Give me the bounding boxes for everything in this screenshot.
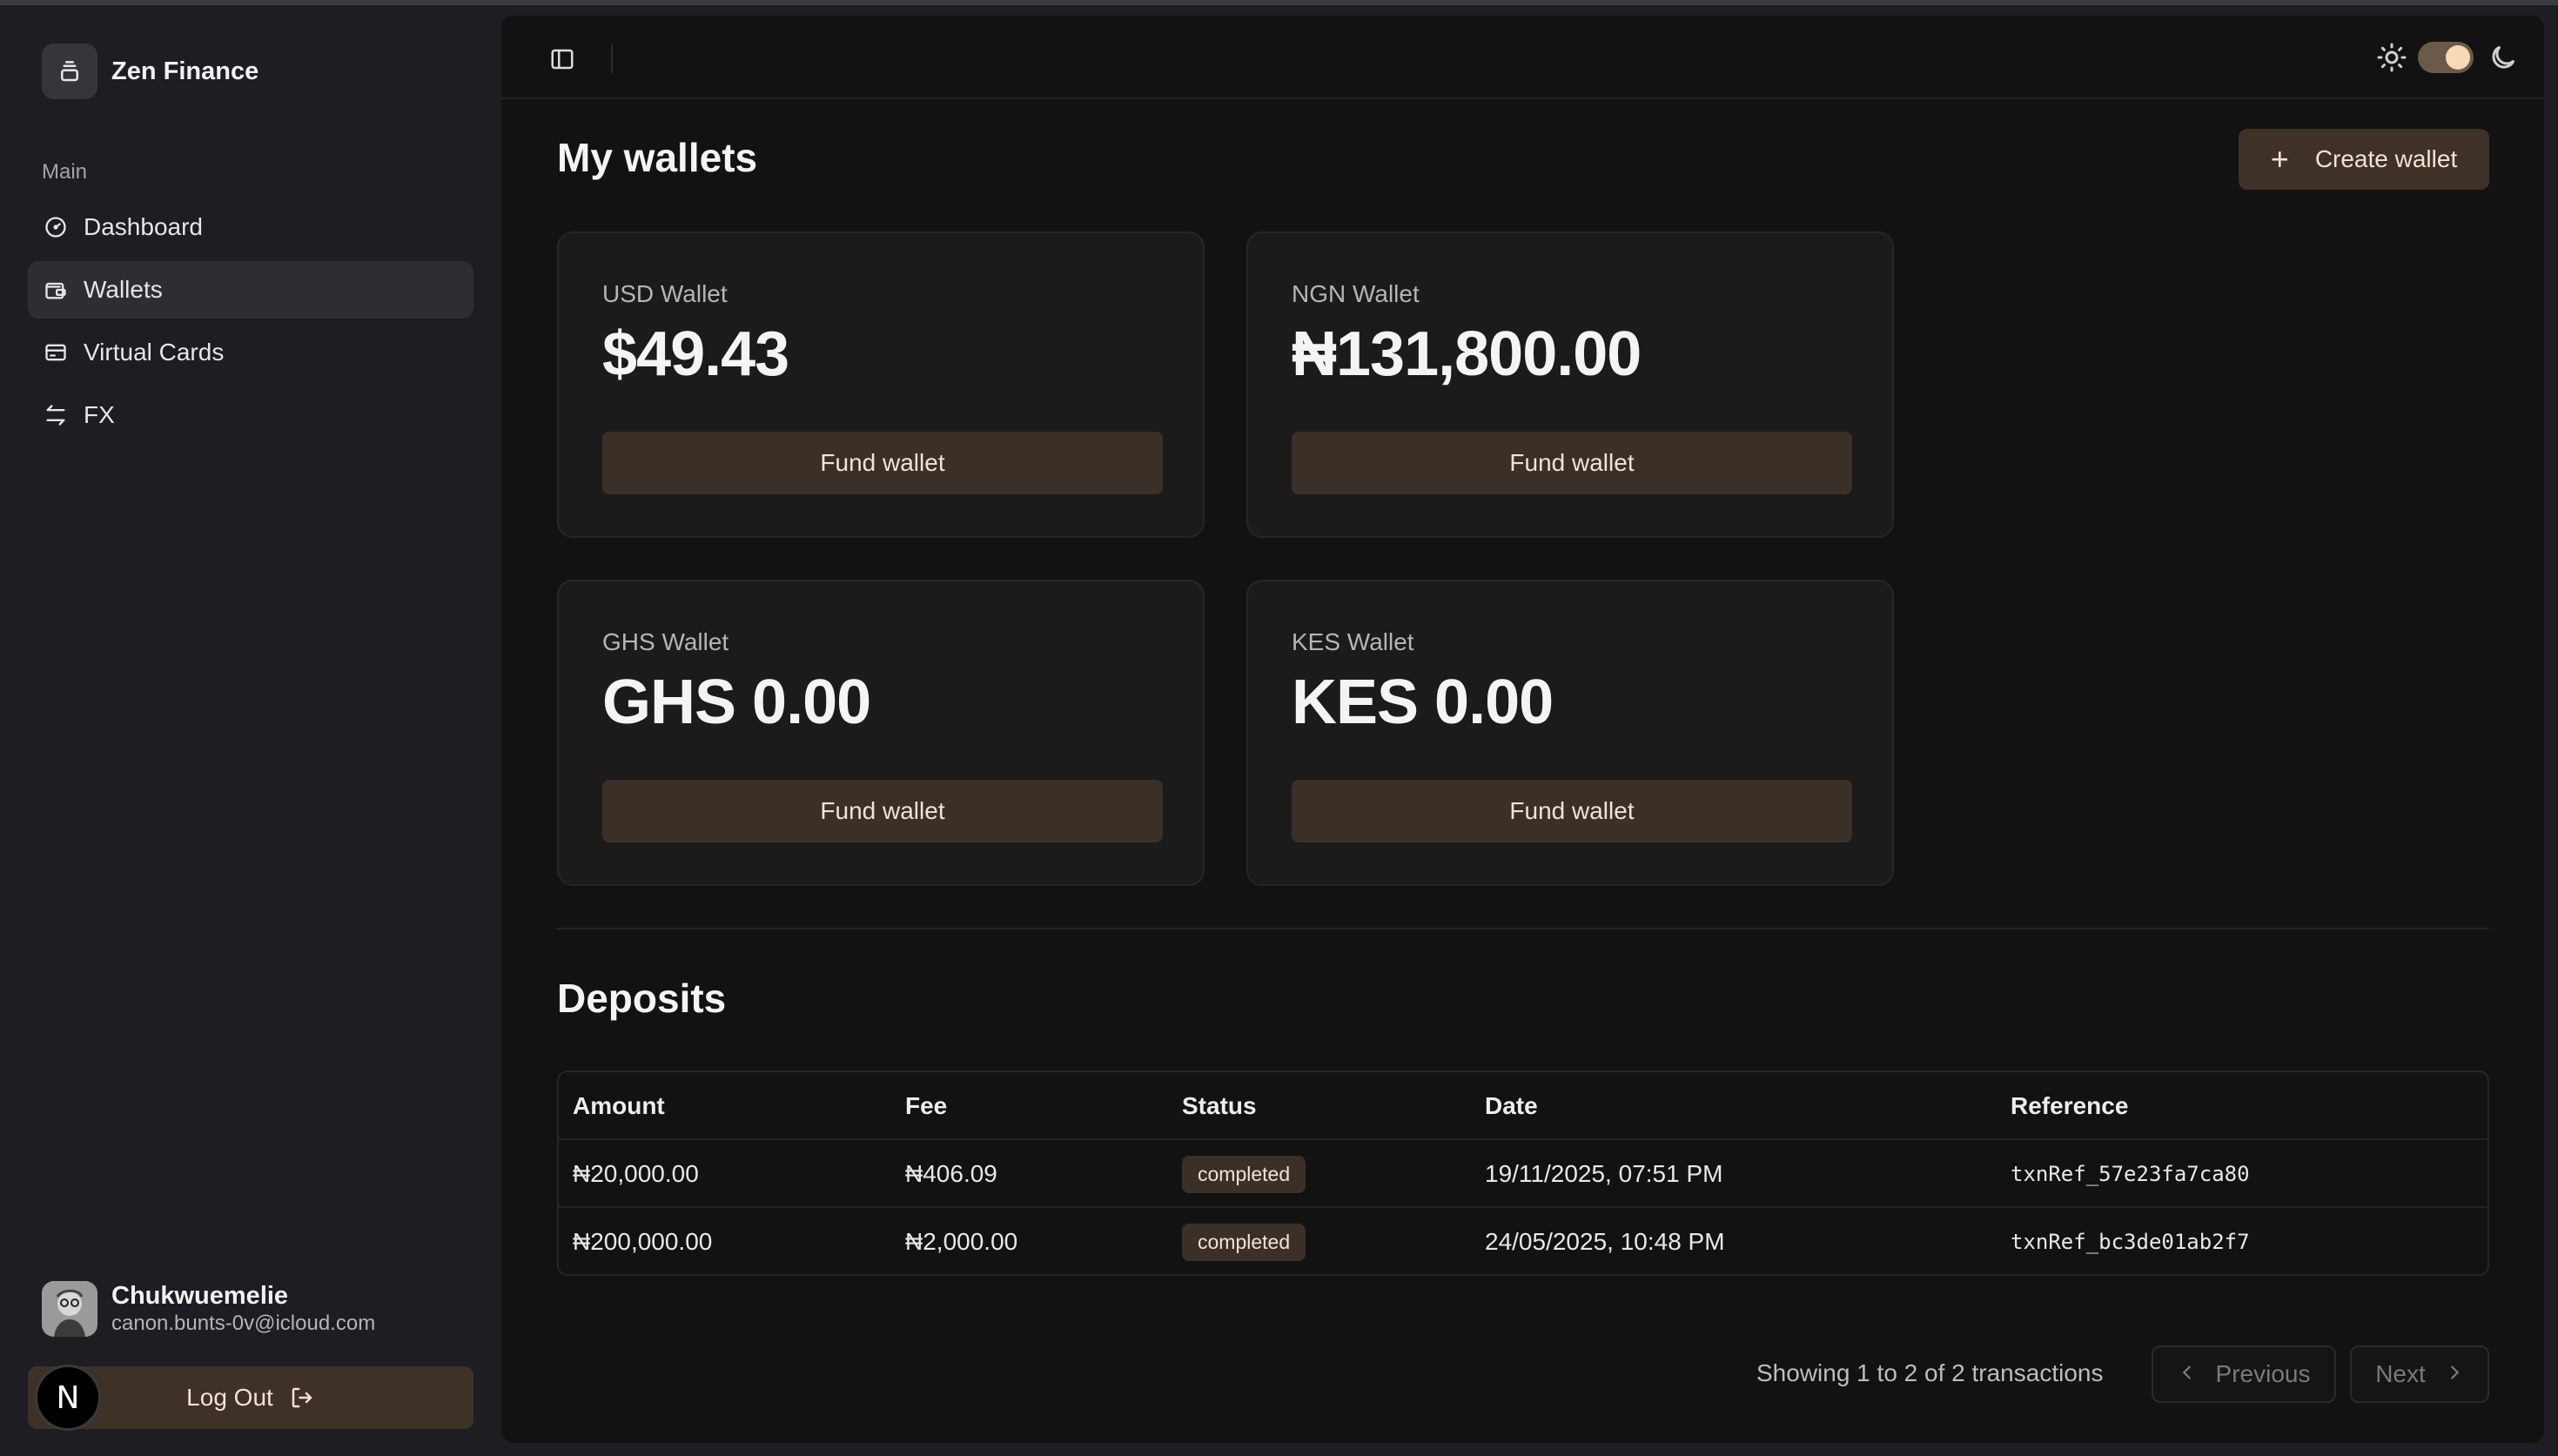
table-row[interactable]: ₦200,000.00 ₦2,000.00 completed 24/05/20… <box>559 1208 2488 1274</box>
moon-icon[interactable] <box>2488 42 2519 77</box>
wallet-balance: GHS 0.00 <box>602 668 871 737</box>
sidebar-nav: Dashboard Wallets Virtual Cards FX <box>28 198 473 449</box>
topbar-divider <box>611 44 613 73</box>
wallet-card-kes: KES Wallet KES 0.00 Fund wallet <box>1246 580 1894 886</box>
user-email: canon.bunts-0v@icloud.com <box>111 1312 376 1335</box>
amount-cell: ₦20,000.00 <box>573 1160 699 1187</box>
wallet-card-ngn: NGN Wallet ₦131,800.00 Fund wallet <box>1246 231 1894 538</box>
avatar <box>42 1281 97 1337</box>
sidebar-item-label: Wallets <box>84 276 163 303</box>
fund-wallet-button[interactable]: Fund wallet <box>1292 432 1852 494</box>
top-bar <box>501 16 2544 99</box>
theme-toggle[interactable] <box>2418 42 2474 73</box>
deposits-table: Amount Fee Status Date Reference ₦20,000… <box>557 1070 2489 1276</box>
status-badge: completed <box>1182 1155 1306 1193</box>
wallet-name: KES Wallet <box>1292 628 1414 655</box>
sidebar-toggle-icon[interactable] <box>545 42 580 77</box>
exchange-icon <box>42 401 70 429</box>
previous-label: Previous <box>2215 1360 2311 1387</box>
fee-cell: ₦2,000.00 <box>905 1228 1018 1255</box>
app-name: Zen Finance <box>111 57 259 85</box>
wallet-balance: $49.43 <box>602 319 789 389</box>
logout-label: Log Out <box>186 1384 273 1411</box>
wallet-card-usd: USD Wallet $49.43 Fund wallet <box>557 231 1205 538</box>
fund-wallet-button[interactable]: Fund wallet <box>602 780 1163 842</box>
column-header-fee: Fee <box>905 1092 948 1119</box>
section-divider <box>557 928 2489 929</box>
status-cell: completed <box>1182 1208 1306 1274</box>
credit-card-icon <box>42 339 70 366</box>
wallet-name: NGN Wallet <box>1292 280 1420 307</box>
column-header-reference: Reference <box>2011 1092 2129 1119</box>
status-badge: completed <box>1182 1223 1306 1261</box>
nav-section-label: Main <box>42 160 88 184</box>
user-profile[interactable]: Chukwuemelie canon.bunts-0v@icloud.com <box>42 1281 375 1337</box>
brand[interactable]: Zen Finance <box>42 44 258 99</box>
chevron-left-icon <box>2178 1360 2197 1388</box>
wallet-name: USD Wallet <box>602 280 728 307</box>
create-wallet-label: Create wallet <box>2314 145 2458 172</box>
fund-wallet-button[interactable]: Fund wallet <box>602 432 1163 494</box>
sidebar-item-dashboard[interactable]: Dashboard <box>28 198 473 256</box>
plus-icon: + <box>2270 141 2289 177</box>
wallet-name: GHS Wallet <box>602 628 729 655</box>
sidebar-item-label: Virtual Cards <box>84 339 225 366</box>
fee-cell: ₦406.09 <box>905 1160 997 1187</box>
dev-tools-badge[interactable]: N <box>35 1365 101 1431</box>
column-header-date: Date <box>1485 1092 1538 1119</box>
stack-logo-icon <box>42 44 97 99</box>
page-title: My wallets <box>557 135 758 180</box>
create-wallet-button[interactable]: + Create wallet <box>2239 129 2489 190</box>
sun-icon[interactable] <box>2376 42 2407 77</box>
chevron-right-icon <box>2445 1360 2464 1388</box>
amount-cell: ₦200,000.00 <box>573 1228 713 1255</box>
date-cell: 24/05/2025, 10:48 PM <box>1485 1228 1725 1255</box>
next-page-button[interactable]: Next <box>2350 1345 2489 1403</box>
status-cell: completed <box>1182 1140 1306 1208</box>
table-row[interactable]: ₦20,000.00 ₦406.09 completed 19/11/2025,… <box>559 1140 2488 1208</box>
sidebar-item-virtual-cards[interactable]: Virtual Cards <box>28 324 473 381</box>
next-label: Next <box>2375 1360 2426 1387</box>
sidebar-item-wallets[interactable]: Wallets <box>28 261 473 319</box>
table-header-row: Amount Fee Status Date Reference <box>559 1072 2488 1140</box>
logout-icon <box>289 1385 315 1411</box>
wallet-balance: KES 0.00 <box>1292 668 1554 737</box>
reference-cell: txnRef_bc3de01ab2f7 <box>2011 1230 2250 1254</box>
deposits-title: Deposits <box>557 976 727 1021</box>
theme-toggle-knob <box>2446 45 2470 70</box>
date-cell: 19/11/2025, 07:51 PM <box>1485 1160 1723 1187</box>
wallet-icon <box>42 276 70 304</box>
column-header-status: Status <box>1182 1092 1257 1119</box>
gauge-icon <box>42 213 70 241</box>
sidebar-item-label: FX <box>84 401 115 428</box>
sidebar-item-fx[interactable]: FX <box>28 386 473 444</box>
sidebar: Zen Finance Main Dashboard Wallets Virtu… <box>0 5 501 1456</box>
reference-cell: txnRef_57e23fa7ca80 <box>2011 1162 2250 1186</box>
sidebar-item-label: Dashboard <box>84 213 203 240</box>
main-panel: My wallets + Create wallet USD Wallet $4… <box>501 16 2544 1443</box>
wallet-balance: ₦131,800.00 <box>1292 319 1642 389</box>
column-header-amount: Amount <box>573 1092 665 1119</box>
pagination-summary: Showing 1 to 2 of 2 transactions <box>1756 1359 2104 1386</box>
wallet-card-ghs: GHS Wallet GHS 0.00 Fund wallet <box>557 580 1205 886</box>
user-name: Chukwuemelie <box>111 1282 289 1310</box>
previous-page-button[interactable]: Previous <box>2152 1345 2336 1403</box>
fund-wallet-button[interactable]: Fund wallet <box>1292 780 1852 842</box>
